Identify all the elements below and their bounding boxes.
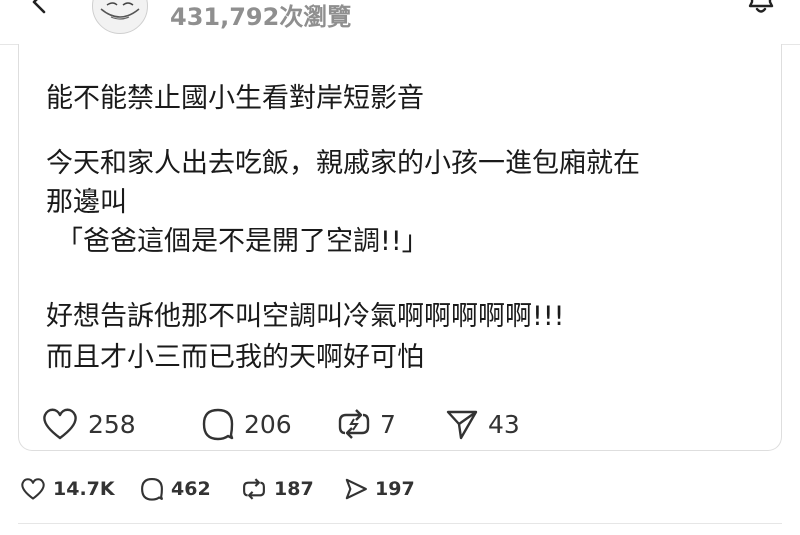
thread-repost-button[interactable]: 187 bbox=[241, 471, 314, 507]
chevron-left-icon[interactable] bbox=[30, 0, 50, 14]
repost-button[interactable]: 7 bbox=[337, 404, 396, 444]
post-line: 而且才小三而已我的天啊好可怕 bbox=[46, 342, 424, 373]
post-line: 今天和家人出去吃飯，親戚家的小孩一進包廂就在 bbox=[46, 148, 640, 179]
repost-icon bbox=[243, 478, 265, 500]
heart-icon bbox=[21, 478, 45, 500]
thread-stats: 14.7K 462 187 197 bbox=[0, 471, 800, 507]
send-icon bbox=[446, 410, 478, 440]
post-title: 能不能禁止國小生看對岸短影音 bbox=[46, 83, 424, 114]
comment-button[interactable]: 206 bbox=[201, 404, 292, 444]
thread-repost-count: 187 bbox=[274, 478, 314, 500]
view-count: 431,792次瀏覽 bbox=[170, 3, 352, 31]
comment-count: 206 bbox=[244, 409, 292, 439]
post-line: 「爸爸這個是不是開了空調!!」 bbox=[56, 226, 429, 257]
heart-icon bbox=[43, 408, 77, 440]
top-bar: 431,792次瀏覽 bbox=[0, 0, 800, 44]
like-count: 258 bbox=[88, 409, 136, 439]
post-line: 那邊叫 bbox=[46, 187, 127, 218]
footer-divider bbox=[18, 523, 782, 524]
thread-like-count: 14.7K bbox=[53, 478, 115, 500]
bell-icon[interactable] bbox=[746, 0, 776, 18]
post-line: 好想告訴他那不叫空調叫冷氣啊啊啊啊啊!!! bbox=[46, 301, 565, 332]
comment-icon bbox=[141, 478, 163, 501]
share-count: 43 bbox=[488, 409, 520, 439]
thread-comment-button[interactable]: 462 bbox=[140, 471, 211, 507]
like-button[interactable]: 258 bbox=[41, 404, 136, 444]
send-icon bbox=[345, 478, 367, 500]
post-card[interactable]: 能不能禁止國小生看對岸短影音 今天和家人出去吃飯，親戚家的小孩一進包廂就在 那邊… bbox=[18, 44, 782, 451]
comment-icon bbox=[202, 408, 234, 441]
thread-share-button[interactable]: 197 bbox=[344, 471, 415, 507]
thread-comment-count: 462 bbox=[171, 478, 211, 500]
thread-share-count: 197 bbox=[375, 478, 415, 500]
repost-icon bbox=[338, 409, 370, 439]
avatar[interactable] bbox=[92, 0, 148, 34]
thread-like-button[interactable]: 14.7K bbox=[20, 471, 115, 507]
repost-count: 7 bbox=[380, 409, 396, 439]
share-button[interactable]: 43 bbox=[445, 404, 520, 444]
